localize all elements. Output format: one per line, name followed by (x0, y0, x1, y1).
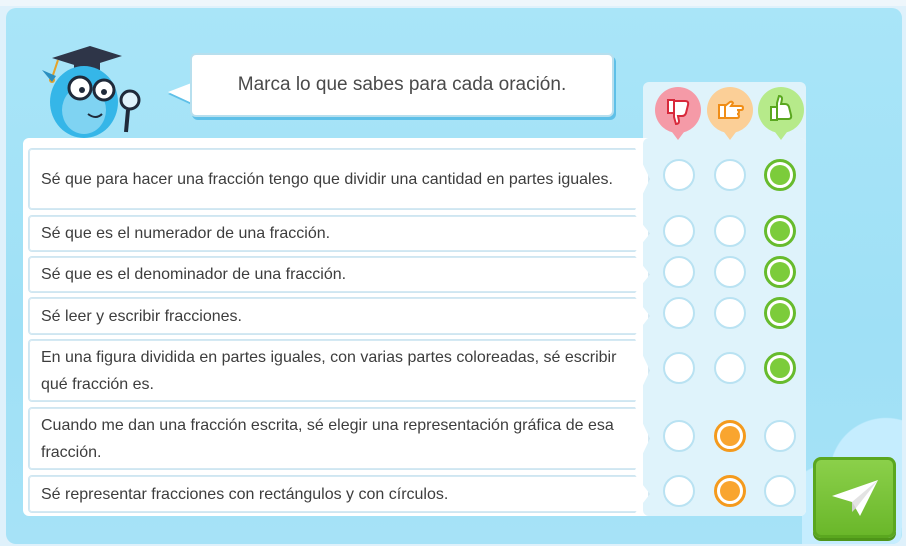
radio-neutral-selected[interactable] (714, 475, 746, 507)
radio-neutral[interactable] (714, 297, 746, 329)
radio-neutral[interactable] (714, 352, 746, 384)
radio-like-selected[interactable] (764, 159, 796, 191)
radio-like-selected[interactable] (764, 297, 796, 329)
mascot-owl-icon (22, 40, 152, 140)
thumbs-up-icon (758, 87, 804, 140)
radio-like[interactable] (764, 475, 796, 507)
statement-text: Cuando me dan una fracción escrita, sé e… (41, 416, 614, 461)
radio-neutral[interactable] (714, 256, 746, 288)
statement-text: Sé que para hacer una fracción tengo que… (41, 170, 613, 188)
statement-row: Sé que para hacer una fracción tengo que… (28, 148, 650, 210)
statement-row: Sé que es el denominador de una fracción… (28, 256, 650, 293)
thumbs-down-icon (655, 87, 701, 140)
statement-row: Sé leer y escribir fracciones. (28, 297, 650, 335)
radio-dislike[interactable] (663, 256, 695, 288)
radio-like-selected[interactable] (764, 352, 796, 384)
radio-neutral[interactable] (714, 215, 746, 247)
radio-dislike[interactable] (663, 215, 695, 247)
statement-row: Sé representar fracciones con rectángulo… (28, 475, 650, 513)
statement-row: Sé que es el numerador de una fracción. (28, 215, 650, 252)
statement-text: Sé representar fracciones con rectángulo… (41, 485, 449, 503)
statement-row: Cuando me dan una fracción escrita, sé e… (28, 407, 650, 470)
radio-neutral-selected[interactable] (714, 420, 746, 452)
radio-like[interactable] (764, 420, 796, 452)
radio-dislike[interactable] (663, 159, 695, 191)
radio-dislike[interactable] (663, 297, 695, 329)
instruction-text: Marca lo que sabes para cada oración. (237, 74, 567, 95)
send-button[interactable] (813, 457, 896, 538)
statement-text: Sé leer y escribir fracciones. (41, 307, 242, 325)
pointing-hand-icon (707, 87, 753, 140)
statement-text: Sé que es el numerador de una fracción. (41, 225, 331, 242)
statement-row: En una figura dividida en partes iguales… (28, 339, 650, 402)
radio-like-selected[interactable] (764, 215, 796, 247)
radio-dislike[interactable] (663, 352, 695, 384)
top-strip (0, 0, 906, 6)
instruction-bubble: Marca lo que sabes para cada oración. (190, 53, 614, 117)
radio-dislike[interactable] (663, 420, 695, 452)
radio-dislike[interactable] (663, 475, 695, 507)
paper-plane-icon (831, 479, 878, 516)
statement-text: En una figura dividida en partes iguales… (41, 348, 617, 393)
radio-like-selected[interactable] (764, 256, 796, 288)
statement-text: Sé que es el denominador de una fracción… (41, 266, 347, 283)
radio-neutral[interactable] (714, 159, 746, 191)
